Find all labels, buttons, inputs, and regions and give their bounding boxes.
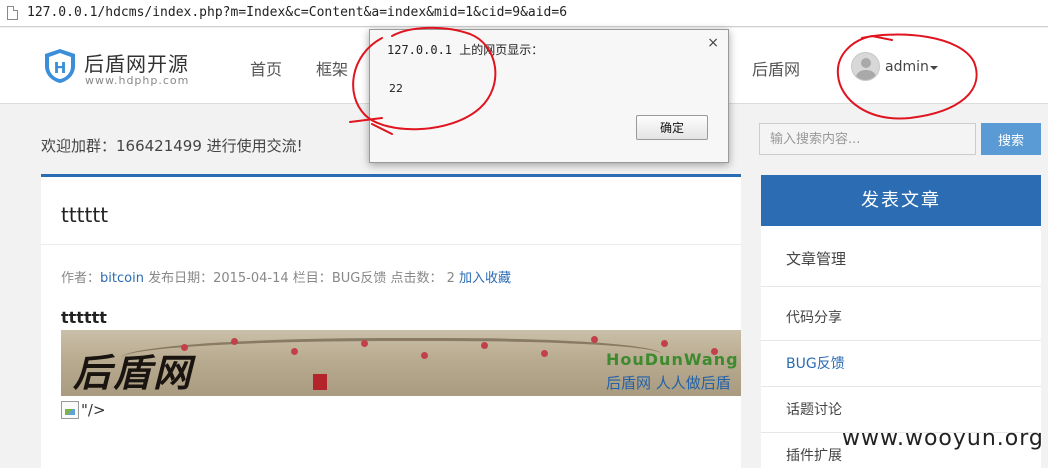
blossom xyxy=(661,340,668,347)
blossom xyxy=(421,352,428,359)
banner-calligraphy: 后盾网 xyxy=(73,350,194,395)
logo-subtitle: www.hdphp.com xyxy=(85,74,190,87)
svg-text:H: H xyxy=(54,59,67,77)
url-text[interactable]: 127.0.0.1/hdcms/index.php?m=Index&c=Cont… xyxy=(27,5,567,20)
click-count: 2 xyxy=(446,271,455,286)
column-label: 栏目： xyxy=(292,271,332,286)
banner-image: 后盾网 HouDunWang 后盾网 人人做后盾 xyxy=(61,330,741,396)
plum-branch xyxy=(121,338,661,378)
content-heading: tttttt xyxy=(61,308,107,327)
divider xyxy=(761,340,1041,341)
ok-button[interactable]: 确定 xyxy=(636,115,708,140)
dialog-message: 22 xyxy=(389,82,403,95)
close-icon[interactable]: × xyxy=(707,35,719,51)
article-title: tttttt xyxy=(61,203,109,227)
injected-text: "/> xyxy=(81,401,106,419)
blossom xyxy=(541,350,548,357)
dialog-heading: 127.0.0.1 上的网页显示： xyxy=(387,43,544,57)
post-article-button[interactable]: 发表文章 xyxy=(761,175,1041,226)
address-bar[interactable]: 127.0.0.1/hdcms/index.php?m=Index&c=Cont… xyxy=(0,0,1048,27)
publish-date: 2015-04-14 xyxy=(213,271,289,286)
user-name[interactable]: admin xyxy=(885,59,929,75)
divider xyxy=(761,386,1041,387)
nav-houdunwang[interactable]: 后盾网 xyxy=(752,56,800,80)
divider xyxy=(41,244,741,245)
shield-logo-icon[interactable]: H xyxy=(43,48,77,84)
column-name: BUG反馈 xyxy=(331,271,387,286)
blossom xyxy=(591,336,598,343)
clicks-label: 点击数： xyxy=(390,271,443,286)
banner-brand: HouDunWang xyxy=(606,350,739,369)
divider xyxy=(761,286,1041,287)
add-favorite-link[interactable]: 加入收藏 xyxy=(459,271,511,286)
blossom xyxy=(481,342,488,349)
avatar[interactable] xyxy=(851,52,880,81)
logo-title[interactable]: 后盾网开源 xyxy=(84,48,189,77)
nav-framework[interactable]: 框架 xyxy=(316,56,348,80)
welcome-text: 欢迎加群：166421499 进行使用交流! xyxy=(41,137,303,155)
sidebar-item-topic[interactable]: 话题讨论 xyxy=(786,399,842,419)
sidebar-item-article-manage[interactable]: 文章管理 xyxy=(786,248,846,269)
chevron-down-icon[interactable] xyxy=(930,66,938,70)
blossom xyxy=(291,348,298,355)
author-link[interactable]: bitcoin xyxy=(100,271,144,286)
page-icon xyxy=(7,6,18,20)
date-label: 发布日期： xyxy=(148,271,214,286)
banner-slogan: 后盾网 人人做后盾 xyxy=(606,374,731,392)
article-panel: tttttt 作者：bitcoin 发布日期：2015-04-14 栏目：BUG… xyxy=(41,174,741,468)
broken-image-icon xyxy=(61,401,79,419)
article-meta: 作者：bitcoin 发布日期：2015-04-14 栏目：BUG反馈 点击数：… xyxy=(61,267,511,286)
search-input[interactable] xyxy=(759,123,976,155)
sidebar-item-bug-feedback[interactable]: BUG反馈 xyxy=(786,353,845,373)
blossom xyxy=(361,340,368,347)
search-button[interactable]: 搜索 xyxy=(981,123,1041,155)
sidebar-item-code-share[interactable]: 代码分享 xyxy=(786,307,842,327)
nav-home[interactable]: 首页 xyxy=(250,56,282,80)
blossom xyxy=(231,338,238,345)
watermark: www.wooyun.org xyxy=(842,426,1044,451)
alert-dialog: × 127.0.0.1 上的网页显示： 22 确定 xyxy=(369,29,729,163)
author-label: 作者： xyxy=(61,271,101,286)
seal-stamp xyxy=(313,374,327,390)
sidebar-item-plugins[interactable]: 插件扩展 xyxy=(786,445,842,465)
